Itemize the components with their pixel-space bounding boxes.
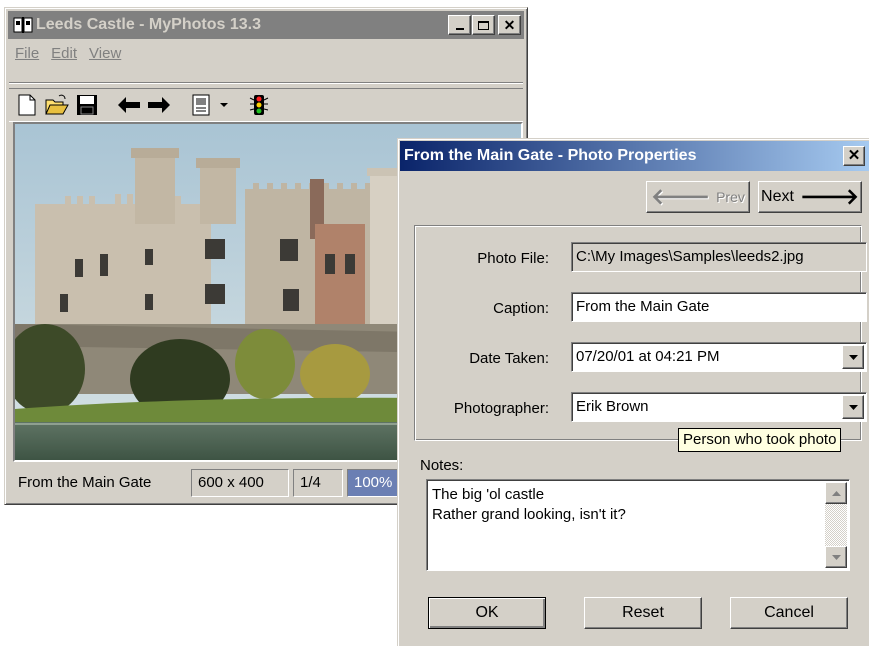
photographer-value: Erik Brown <box>576 398 649 415</box>
open-icon <box>45 94 69 115</box>
forward-arrow-icon <box>148 97 170 113</box>
traffic-light-icon <box>249 95 269 115</box>
open-button[interactable] <box>43 91 71 119</box>
dialog-close-button[interactable]: ✕ <box>843 146 865 166</box>
photographer-label: Photographer: <box>453 400 549 417</box>
menu-view-label: View <box>89 45 122 62</box>
menu-bar: File Edit View <box>9 43 127 65</box>
main-title-bar[interactable]: Leeds Castle - MyPhotos 13.3 ✕ <box>8 11 524 39</box>
maximize-button[interactable] <box>472 15 495 35</box>
chevron-down-icon <box>848 404 858 410</box>
close-icon: ✕ <box>503 17 516 33</box>
reset-button-label: Reset <box>622 604 664 621</box>
ok-button-label: OK <box>475 604 499 621</box>
properties-group: Photo File: C:\My Images\Samples\leeds2.… <box>414 225 867 441</box>
caption-input[interactable]: From the Main Gate <box>571 292 867 322</box>
menu-edit[interactable]: Edit <box>45 43 83 65</box>
next-button-label: Next <box>761 188 794 205</box>
photographer-tooltip: Person who took photo <box>678 428 842 452</box>
dialog-title: From the Main Gate - Photo Properties <box>404 147 697 164</box>
notes-textarea[interactable]: The big 'ol castle Rather grand looking,… <box>426 479 850 571</box>
notes-text: The big 'ol castle Rather grand looking,… <box>432 485 626 525</box>
toolbar-separator-line <box>9 82 523 84</box>
scroll-up-button[interactable] <box>825 482 847 504</box>
photo-album-icon <box>13 16 33 34</box>
right-arrow-icon: 🡒 <box>799 184 859 209</box>
save-icon <box>77 95 97 115</box>
chevron-down-icon <box>831 554 841 560</box>
close-button[interactable]: ✕ <box>498 15 521 35</box>
image-list-icon <box>192 94 210 116</box>
photo-file-label: Photo File: <box>477 250 549 267</box>
dialog-title-bar[interactable]: From the Main Gate - Photo Properties ✕ <box>400 141 869 171</box>
menu-edit-label: Edit <box>51 45 78 62</box>
menu-file[interactable]: File <box>9 43 45 65</box>
maximize-icon <box>478 20 489 30</box>
new-button[interactable] <box>13 91 41 119</box>
reset-button[interactable]: Reset <box>584 597 702 629</box>
photo-properties-dialog: From the Main Gate - Photo Properties ✕ … <box>397 138 869 646</box>
notes-label: Notes: <box>420 457 464 474</box>
notes-scrollbar[interactable] <box>825 482 847 568</box>
back-arrow-icon <box>118 97 140 113</box>
next-photo-button[interactable] <box>145 91 173 119</box>
date-dropdown-button[interactable] <box>842 345 864 369</box>
chevron-up-icon <box>831 490 841 496</box>
date-taken-value: 07/20/01 at 04:21 PM <box>576 348 720 365</box>
previous-photo-button[interactable] <box>115 91 143 119</box>
left-arrow-icon: 🡐 <box>651 184 711 209</box>
image-list-button[interactable] <box>187 91 215 119</box>
photo-file-field[interactable]: C:\My Images\Samples\leeds2.jpg <box>571 242 867 272</box>
notes-line: The big 'ol castle <box>432 486 545 503</box>
traffic-light-button[interactable] <box>245 91 273 119</box>
cancel-button[interactable]: Cancel <box>730 597 848 629</box>
menu-file-label: File <box>15 45 40 62</box>
photographer-combo[interactable]: Erik Brown <box>571 392 867 422</box>
minimize-icon <box>455 28 464 30</box>
next-button[interactable]: Next 🡒 <box>758 181 862 213</box>
chevron-down-icon <box>220 102 228 107</box>
ok-button[interactable]: OK <box>428 597 546 629</box>
status-photo-index: 1/4 <box>293 469 343 497</box>
main-window-title: Leeds Castle - MyPhotos 13.3 <box>36 16 261 33</box>
date-taken-picker[interactable]: 07/20/01 at 04:21 PM <box>571 342 867 372</box>
status-image-size: 600 x 400 <box>191 469 289 497</box>
minimize-button[interactable] <box>448 15 471 35</box>
image-list-dropdown[interactable] <box>217 91 231 119</box>
scroll-down-button[interactable] <box>825 546 847 568</box>
prev-button[interactable]: 🡐 Prev <box>646 181 750 213</box>
caption-label: Caption: <box>493 300 549 317</box>
save-button[interactable] <box>73 91 101 119</box>
status-caption: From the Main Gate <box>18 474 152 491</box>
date-taken-label: Date Taken: <box>469 350 549 367</box>
photographer-dropdown-button[interactable] <box>842 395 864 419</box>
new-icon <box>18 94 36 116</box>
chevron-down-icon <box>848 354 858 360</box>
notes-line: Rather grand looking, isn't it? <box>432 506 626 523</box>
cancel-button-label: Cancel <box>764 604 814 621</box>
close-icon: ✕ <box>847 147 861 164</box>
prev-button-label: Prev <box>716 189 745 205</box>
toolbar <box>9 88 523 122</box>
menu-view[interactable]: View <box>83 43 127 65</box>
